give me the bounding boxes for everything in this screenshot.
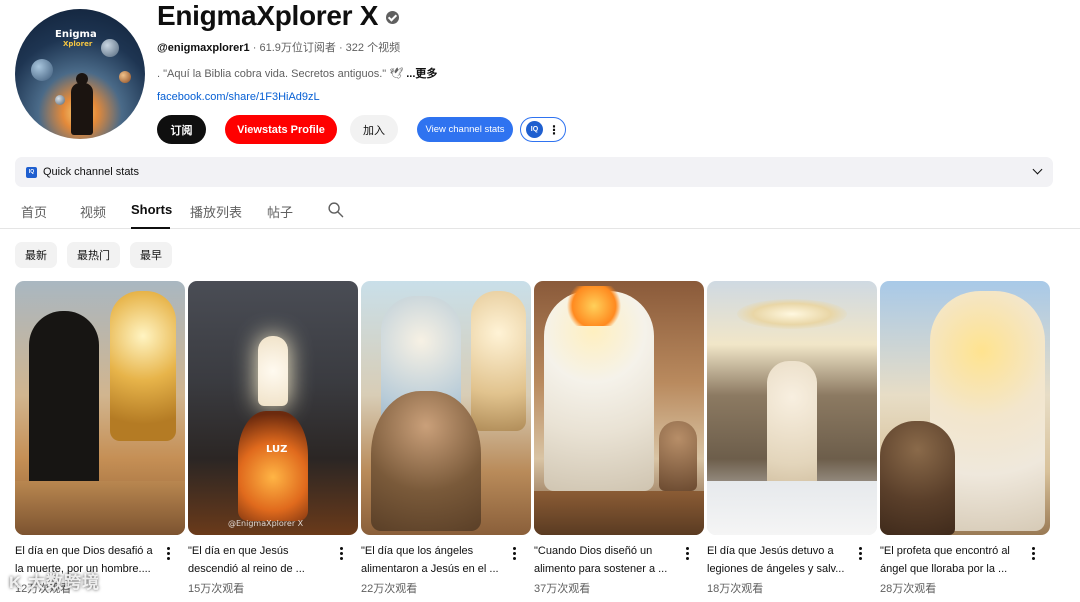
channel-avatar[interactable]: Enigma Xplorer [15,9,145,139]
short-title[interactable]: "Cuando Dios diseñó un alimento para sos… [534,542,684,578]
short-thumbnail[interactable] [534,281,704,535]
thumbnail-light [737,299,847,329]
planet-shape [55,95,65,105]
short-views: 28万次观看 [880,583,937,595]
planet-shape [101,39,119,57]
thumbnail-figure [110,291,176,441]
channel-meta: @enigmaxplorer1 · 61.9万位订阅者 · 322 个视频 [157,39,400,55]
avatar-logo-text: Enigma [55,29,97,40]
short-thumbnail[interactable] [361,281,531,535]
stats-logo-icon: IQ [26,166,37,178]
short-item[interactable]: "El profeta que encontró al ángel que ll… [880,281,1050,595]
thumbnail-watermark: @EnigmaXplorer X [228,519,304,528]
more-vert-icon[interactable] [1030,547,1036,563]
chip-oldest[interactable]: 最早 [130,242,172,268]
chip-popular[interactable]: 最热门 [67,242,120,268]
thumbnail-fire [564,286,624,326]
more-vert-icon: ⋮ [548,122,560,137]
more-vert-icon[interactable] [684,547,690,563]
thumbnail-figure [371,391,481,531]
tab-home[interactable]: 首页 [21,202,47,221]
meta-separator: · [338,42,346,54]
short-thumbnail[interactable] [15,281,185,535]
thumbnail-caption: LUZ [266,444,288,455]
tab-shorts[interactable]: Shorts [131,202,172,217]
more-vert-icon[interactable] [165,547,171,563]
channel-external-link[interactable]: facebook.com/share/1F3HiAd9zL [157,91,320,103]
short-item[interactable]: "Cuando Dios diseñó un alimento para sos… [534,281,704,595]
thumbnail-figure [880,421,955,535]
tab-playlists[interactable]: 播放列表 [190,202,242,221]
view-channel-stats-button[interactable]: View channel stats [417,117,513,142]
short-views: 37万次观看 [534,583,591,595]
more-vert-icon[interactable] [511,547,517,563]
chip-latest[interactable]: 最新 [15,242,57,268]
video-count: 322 个视频 [345,42,401,54]
channel-description[interactable]: . "Aquí la Biblia cobra vida. Secretos a… [157,65,437,81]
chevron-down-icon[interactable] [1032,164,1043,175]
thumbnail-figure [471,291,526,431]
short-views: 22万次观看 [361,583,418,595]
avatar-logo-text: Xplorer [63,40,93,48]
short-views: 15万次观看 [188,583,245,595]
quick-channel-stats-bar[interactable]: IQ Quick channel stats [15,157,1053,187]
short-thumbnail[interactable]: LUZ @EnigmaXplorer X [188,281,358,535]
active-tab-indicator [131,227,170,229]
short-item[interactable]: LUZ @EnigmaXplorer X "El día en que Jesú… [188,281,358,595]
subscribe-button[interactable]: 订阅 [157,115,206,144]
short-item[interactable]: "El día que los ángeles alimentaron a Je… [361,281,531,595]
planet-shape [119,71,131,83]
more-vert-icon[interactable] [857,547,863,563]
short-item[interactable]: El día en que Dios desafió a la muerte, … [15,281,185,595]
channel-name-text: EnigmaXplorer X [157,0,379,31]
subscriber-count: 61.9万位订阅者 [259,42,336,54]
thumbnail-clouds [707,481,877,535]
short-title[interactable]: "El profeta que encontró al ángel que ll… [880,542,1030,578]
channel-name: EnigmaXplorer X [157,0,400,32]
tab-posts[interactable]: 帖子 [267,202,293,221]
thumbnail-figure [258,336,288,406]
join-button[interactable]: 加入 [350,115,398,144]
thumbnail-figure [659,421,697,491]
more-vert-icon[interactable] [338,547,344,563]
verified-badge-icon [386,10,400,24]
short-title[interactable]: "El día que los ángeles alimentaron a Je… [361,542,511,578]
thumbnail-ground [15,481,185,535]
short-title[interactable]: "El día en que Jesús descendió al reino … [188,542,338,578]
search-icon[interactable] [327,201,344,218]
extension-logo-icon: IQ [526,121,543,138]
description-text: . "Aquí la Biblia cobra vida. Secretos a… [157,68,404,80]
planet-shape [31,59,53,81]
quick-stats-label: Quick channel stats [43,166,139,178]
description-more-link[interactable]: ...更多 [406,68,437,80]
short-title[interactable]: El día que Jesús detuvo a legiones de án… [707,542,857,578]
short-item[interactable]: El día que Jesús detuvo a legiones de án… [707,281,877,595]
short-thumbnail[interactable] [707,281,877,535]
short-thumbnail[interactable] [880,281,1050,535]
viewstats-profile-button[interactable]: Viewstats Profile [225,115,337,144]
tab-videos[interactable]: 视频 [80,202,106,221]
avatar-figure [71,83,93,135]
corner-watermark: K 大数跨境 [9,573,100,592]
short-views: 18万次观看 [707,583,764,595]
thumbnail-table [534,491,704,535]
thumbnail-fire [238,411,308,521]
extension-menu-button[interactable]: IQ ⋮ [520,117,566,142]
channel-tabs: 首页 视频 Shorts 播放列表 帖子 [0,193,1080,229]
channel-handle: @enigmaxplorer1 [157,42,250,54]
